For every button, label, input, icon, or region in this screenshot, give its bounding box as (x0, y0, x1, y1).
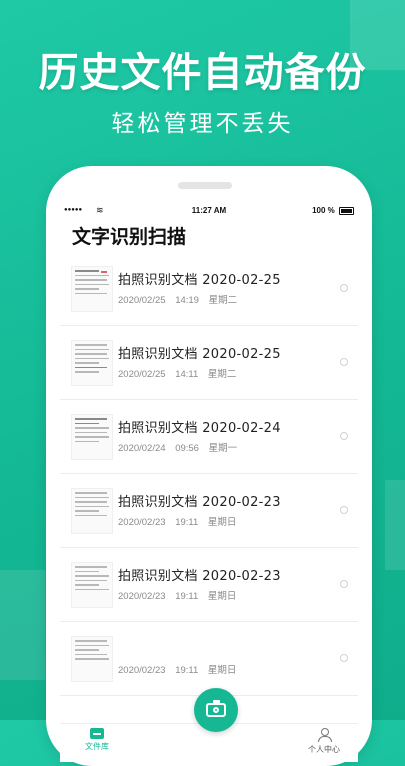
document-weekday: 星期日 (207, 665, 237, 676)
document-weekday: 星期日 (207, 517, 237, 528)
folder-icon (90, 728, 104, 739)
battery-icon (339, 206, 354, 215)
select-radio[interactable] (340, 580, 348, 588)
document-meta: 2020/02/25 14:19 星期二 (118, 292, 241, 306)
document-date: 2020/02/23 (118, 591, 166, 602)
document-date: 2020/02/23 (118, 517, 166, 528)
document-weekday: 星期一 (208, 443, 238, 454)
list-item[interactable]: 拍照识别文档 2020-02-25 2020/02/25 14:11 星期二 (60, 326, 358, 400)
list-item[interactable]: 拍照识别文档 2020-02-25 2020/02/25 14:19 星期二 (60, 252, 358, 326)
document-thumbnail (71, 488, 113, 534)
document-meta: 2020/02/25 14:11 星期二 (118, 366, 240, 380)
document-meta: 2020/02/24 09:56 星期一 (118, 440, 241, 454)
select-radio[interactable] (340, 432, 348, 440)
document-time: 19:11 (175, 591, 199, 602)
document-thumbnail (71, 414, 113, 460)
camera-button[interactable] (194, 688, 238, 732)
promo-headline: 历史文件自动备份 (38, 50, 367, 96)
select-radio[interactable] (340, 358, 348, 366)
document-thumbnail (71, 562, 113, 608)
document-weekday: 星期二 (207, 369, 237, 380)
document-date: 2020/02/25 (118, 295, 166, 306)
tab-profile[interactable]: 个人中心 (308, 728, 340, 755)
document-weekday: 星期日 (207, 591, 237, 602)
document-time: 19:11 (175, 665, 199, 676)
document-title: 拍照识别文档 2020-02-23 (118, 569, 281, 584)
phone-speaker (178, 182, 232, 189)
list-item[interactable]: 拍照识别文档 2020-02-24 2020/02/24 09:56 星期一 (60, 400, 358, 474)
document-thumbnail (71, 636, 113, 682)
document-date: 2020/02/24 (118, 443, 166, 454)
document-title: 拍照识别文档 2020-02-25 (118, 347, 281, 362)
phone-screen: ●●●●● ≋ 11:27 AM 100 % 文字识别扫描 拍照识别文档 202… (60, 202, 358, 762)
camera-icon (206, 700, 226, 717)
select-radio[interactable] (340, 654, 348, 662)
list-item[interactable]: 拍照识别文档 2020-02-23 2020/02/23 19:11 星期日 (60, 548, 358, 622)
list-item[interactable]: 拍照识别文档 2020-02-23 2020/02/23 19:11 星期日 (60, 474, 358, 548)
document-time: 14:11 (175, 369, 199, 380)
decor-square-bottom-left (0, 570, 45, 680)
document-title: 拍照识别文档 2020-02-25 (118, 273, 281, 288)
document-meta: 2020/02/23 19:11 星期日 (118, 514, 240, 528)
decor-square-right (385, 480, 405, 570)
phone-frame: ●●●●● ≋ 11:27 AM 100 % 文字识别扫描 拍照识别文档 202… (46, 166, 372, 766)
page-title: 文字识别扫描 (72, 226, 187, 248)
select-radio[interactable] (340, 284, 348, 292)
status-bar: ●●●●● ≋ 11:27 AM 100 % (60, 202, 358, 220)
tab-files-label: 文件库 (85, 742, 109, 751)
select-radio[interactable] (340, 506, 348, 514)
document-list: 拍照识别文档 2020-02-25 2020/02/25 14:19 星期二 拍… (60, 252, 358, 696)
document-title: 拍照识别文档 2020-02-24 (118, 421, 281, 436)
list-item[interactable]: 2020/02/23 19:11 星期日 (60, 622, 358, 696)
document-time: 09:56 (175, 443, 199, 454)
promo-subline: 轻松管理不丢失 (111, 111, 294, 137)
person-icon (317, 728, 332, 742)
document-meta: 2020/02/23 19:11 星期日 (118, 588, 240, 602)
document-thumbnail (71, 340, 113, 386)
battery-status: 100 % (312, 206, 354, 215)
battery-percent: 100 % (312, 206, 335, 215)
tab-profile-label: 个人中心 (308, 745, 340, 754)
document-date: 2020/02/25 (118, 369, 166, 380)
document-thumbnail (71, 266, 113, 312)
document-title: 拍照识别文档 2020-02-23 (118, 495, 281, 510)
document-time: 19:11 (175, 517, 199, 528)
document-time: 14:19 (175, 295, 199, 306)
document-date: 2020/02/23 (118, 665, 166, 676)
tab-files[interactable]: 文件库 (85, 728, 109, 752)
document-meta: 2020/02/23 19:11 星期日 (118, 662, 240, 676)
document-weekday: 星期二 (208, 295, 238, 306)
